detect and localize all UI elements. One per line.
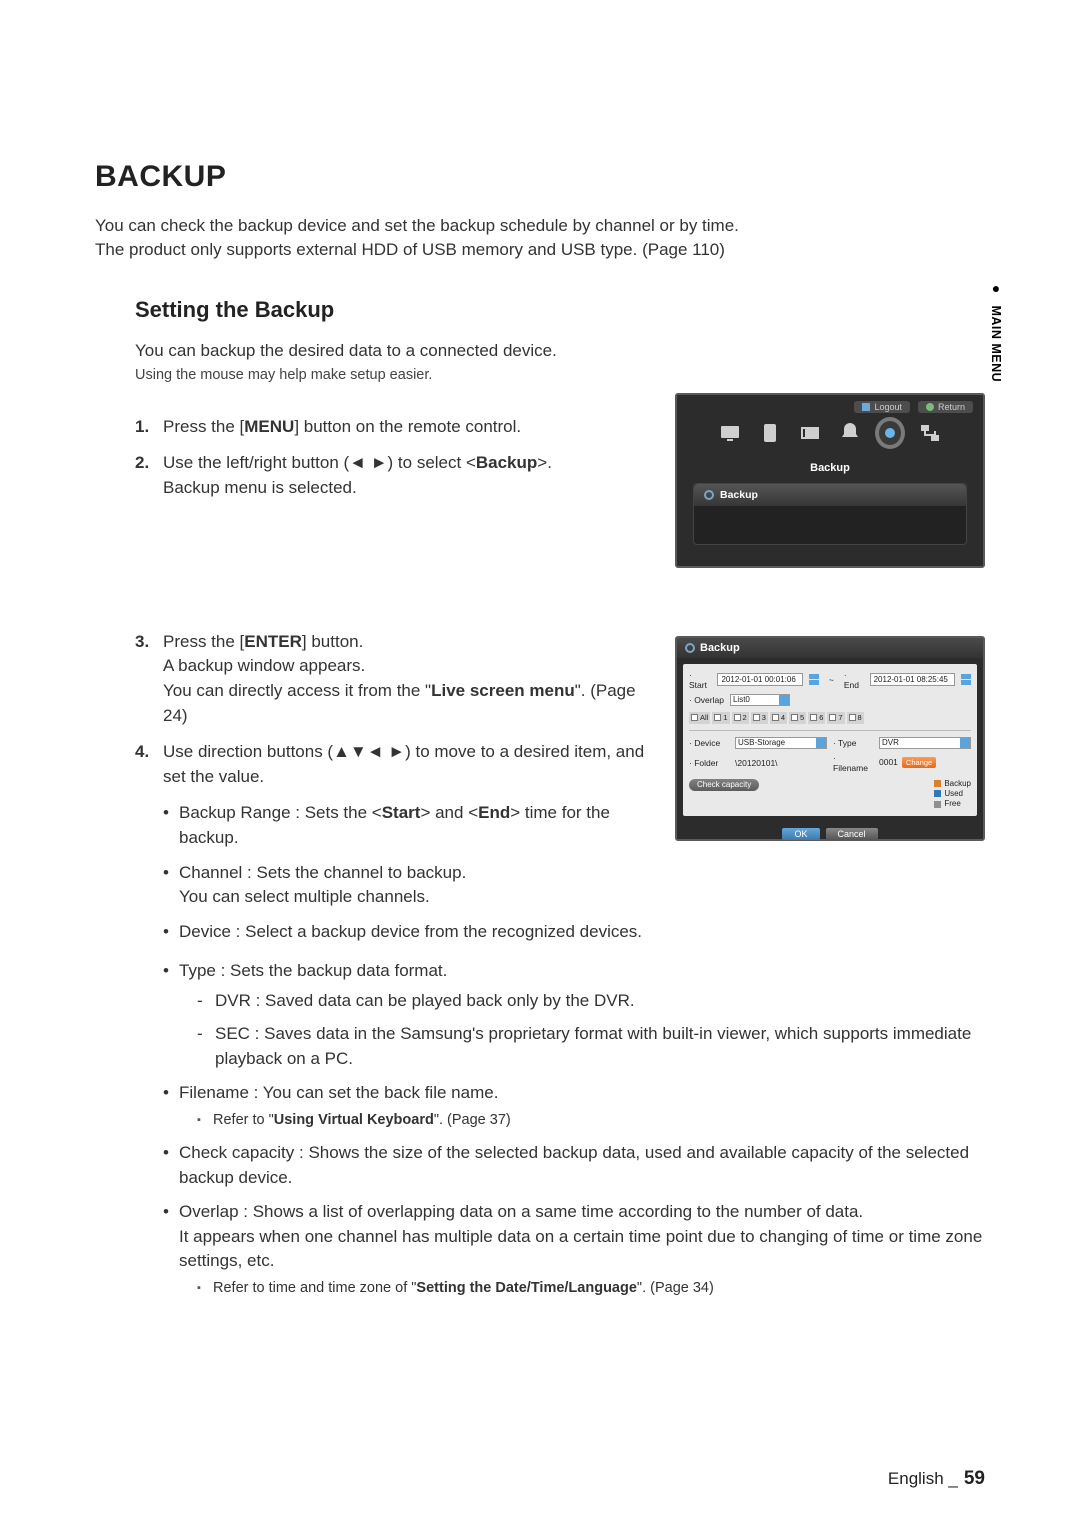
filename-value: 0001Change (879, 757, 971, 768)
intro-line: The product only supports external HDD o… (95, 238, 985, 262)
section-heading: BACKUP (95, 160, 985, 194)
intro-block: You can check the backup device and set … (95, 214, 985, 262)
menu-icon-record[interactable] (795, 420, 825, 446)
label-end: · End (844, 670, 864, 690)
return-button[interactable]: Return (918, 401, 973, 413)
label-device: · Device (689, 738, 729, 748)
dash-dvr: DVR : Saved data can be played back only… (197, 989, 985, 1014)
label-type: · Type (833, 738, 873, 748)
channel-7[interactable]: 7 (827, 712, 844, 724)
menu-icon-backup[interactable] (875, 420, 905, 446)
device-dropdown[interactable]: USB-Storage (735, 737, 827, 749)
start-time-field[interactable]: 2012-01-01 00:01:06 (717, 673, 803, 686)
steps-34: 3. Press the [ENTER] button. A backup wi… (135, 630, 651, 790)
submenu-panel: Backup (693, 483, 967, 545)
dialog-title: Backup (700, 642, 740, 654)
bullet-channel: Channel : Sets the channel to backup. Yo… (163, 861, 651, 910)
disc-icon (685, 643, 695, 653)
step-2: 2. Use the left/right button (◄ ►) to se… (135, 451, 651, 500)
page-content: BACKUP You can check the backup device a… (0, 0, 1080, 1299)
subsection-heading: Setting the Backup (135, 297, 985, 323)
channel-4[interactable]: 4 (770, 712, 787, 724)
note-virtual-keyboard: Refer to "Using Virtual Keyboard". (Page… (197, 1110, 985, 1131)
menu-icon-device[interactable] (755, 420, 785, 446)
steps-12: 1. Press the [MENU] button on the remote… (135, 415, 651, 501)
submenu-item-backup[interactable]: Backup (694, 484, 966, 506)
channel-all[interactable]: All (689, 712, 710, 724)
bullet-list-a: Backup Range : Sets the <Start> and <End… (163, 801, 651, 944)
menu-icon-event[interactable] (835, 420, 865, 446)
type-dropdown[interactable]: DVR (879, 737, 971, 749)
menu-icon-network[interactable] (915, 420, 945, 446)
ok-button[interactable]: OK (782, 828, 819, 840)
channel-1[interactable]: 1 (712, 712, 729, 724)
disc-icon (704, 490, 714, 500)
end-time-field[interactable]: 2012-01-01 08:25:45 (870, 673, 956, 686)
bullet-check-capacity: Check capacity : Shows the size of the s… (163, 1141, 985, 1190)
logout-button[interactable]: Logout (854, 401, 910, 413)
step-4: 4. Use direction buttons (▲▼◄ ►) to move… (135, 740, 651, 789)
channel-6[interactable]: 6 (808, 712, 825, 724)
label-overlap: · Overlap (689, 695, 724, 705)
screenshot-backup-dialog: Backup · Start 2012-01-01 00:01:06 ~ · E… (675, 636, 985, 841)
side-tab: ● MAIN MENU (988, 280, 1004, 382)
menu-icon-system[interactable] (715, 420, 745, 446)
check-capacity-button[interactable]: Check capacity (689, 779, 759, 791)
label-start: · Start (689, 670, 711, 690)
channel-5[interactable]: 5 (789, 712, 806, 724)
capacity-legend: Backup Used Free (934, 779, 971, 810)
channel-2[interactable]: 2 (732, 712, 749, 724)
bullet-filename: Filename : You can set the back file nam… (163, 1081, 985, 1131)
channel-8[interactable]: 8 (847, 712, 864, 724)
channel-row: All 1 2 3 4 5 6 7 8 (689, 712, 971, 724)
mouse-hint: Using the mouse may help make setup easi… (135, 367, 985, 383)
folder-value: \20120101\ (735, 758, 827, 768)
bullet-backup-range: Backup Range : Sets the <Start> and <End… (163, 801, 651, 850)
bullet-device: Device : Select a backup device from the… (163, 920, 651, 945)
page-footer: English _59 (888, 1468, 985, 1490)
menu-title: Backup (677, 462, 983, 474)
note-date-time: Refer to time and time zone of "Setting … (197, 1278, 985, 1299)
label-folder: · Folder (689, 758, 729, 768)
subsection-desc: You can backup the desired data to a con… (135, 341, 985, 361)
bullet-list-b: Type : Sets the backup data format. DVR … (163, 959, 985, 1299)
dash-sec: SEC : Saves data in the Samsung's propri… (197, 1022, 985, 1071)
bullet-type: Type : Sets the backup data format. DVR … (163, 959, 985, 1072)
channel-3[interactable]: 3 (751, 712, 768, 724)
cancel-button[interactable]: Cancel (826, 828, 878, 840)
intro-line: You can check the backup device and set … (95, 214, 985, 238)
overlap-dropdown[interactable]: List0 (730, 694, 790, 706)
step-1: 1. Press the [MENU] button on the remote… (135, 415, 651, 440)
step-3: 3. Press the [ENTER] button. A backup wi… (135, 630, 651, 729)
change-button[interactable]: Change (902, 757, 936, 768)
label-filename: · Filename (833, 753, 873, 773)
screenshot-main-menu: Logout Return Backup Backup (675, 393, 985, 568)
bullet-overlap: Overlap : Shows a list of overlapping da… (163, 1200, 985, 1299)
